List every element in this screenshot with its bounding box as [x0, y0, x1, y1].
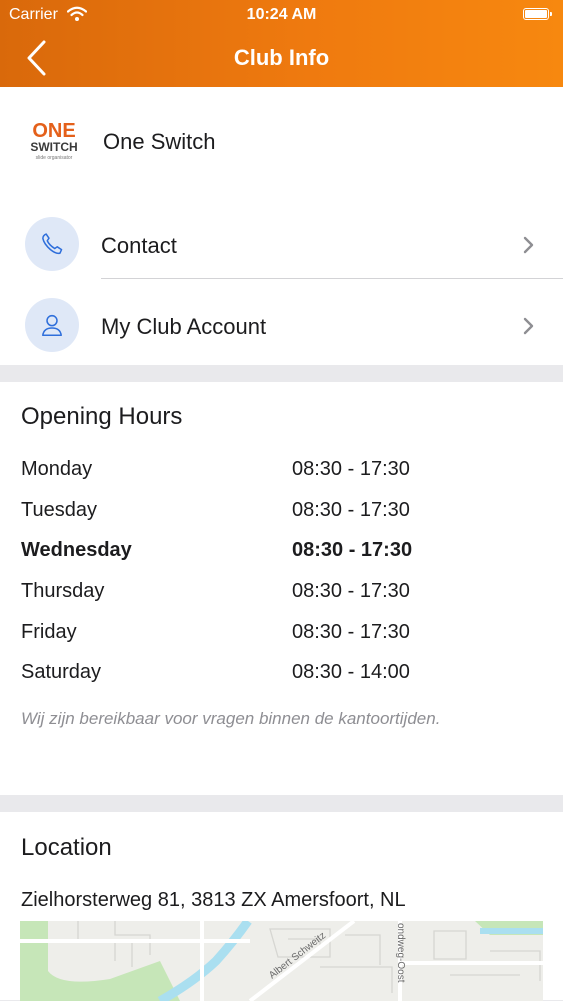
contact-label: Contact	[101, 233, 177, 258]
location-card: Location Zielhorsterweg 81, 3813 ZX Amer…	[0, 812, 563, 1001]
club-name: One Switch	[103, 129, 216, 154]
hours-row-friday: Friday 08:30 - 17:30	[21, 621, 541, 651]
logo-text-one: ONE	[32, 120, 75, 142]
phone-icon	[42, 233, 63, 255]
hours-row-thursday: Thursday 08:30 - 17:30	[21, 580, 541, 610]
page-title: Club Info	[233, 45, 330, 70]
map-graphic: Albert Schweitz ondweg-Oost	[20, 921, 543, 1001]
logo-tagline: slide organisator	[36, 155, 73, 161]
hours-row-saturday: Saturday 08:30 - 14:00	[21, 661, 541, 691]
club-logo: ONE SWITCH slide organisator	[30, 120, 77, 161]
day-name: Monday	[21, 458, 93, 480]
battery-icon	[523, 8, 552, 20]
chevron-right-icon	[523, 236, 534, 254]
status-bar: Carrier 10:24 AM	[0, 0, 563, 30]
row-divider	[101, 278, 563, 279]
day-name: Saturday	[21, 661, 102, 683]
day-name: Friday	[21, 621, 77, 643]
map-street-label: ondweg-Oost	[395, 923, 406, 983]
opening-hours-card: Opening Hours Monday 08:30 - 17:30 Tuesd…	[0, 382, 563, 795]
day-hours: 08:30 - 17:30	[292, 621, 410, 643]
location-map[interactable]: Albert Schweitz ondweg-Oost	[20, 921, 543, 1001]
account-icon-badge	[25, 298, 79, 352]
location-title: Location	[21, 834, 112, 861]
chevron-right-icon	[523, 317, 534, 335]
contact-icon-badge	[25, 217, 79, 271]
user-icon	[42, 314, 62, 337]
status-time: 10:24 AM	[246, 6, 317, 23]
day-hours: 08:30 - 14:00	[292, 661, 410, 683]
logo-text-switch: SWITCH	[30, 140, 77, 154]
hours-row-tuesday: Tuesday 08:30 - 17:30	[21, 499, 541, 529]
opening-hours-title: Opening Hours	[21, 403, 183, 430]
hours-row-wednesday: Wednesday 08:30 - 17:30	[21, 539, 541, 569]
day-name: Thursday	[21, 580, 105, 602]
my-club-account-row[interactable]: My Club Account	[0, 290, 563, 362]
day-hours: 08:30 - 17:30	[292, 499, 410, 521]
day-name: Tuesday	[21, 499, 97, 521]
day-name: Wednesday	[21, 539, 132, 561]
opening-hours-note: Wij zijn bereikbaar voor vragen binnen d…	[21, 709, 441, 728]
hours-row-monday: Monday 08:30 - 17:30	[21, 458, 541, 488]
day-hours: 08:30 - 17:30	[292, 539, 413, 561]
day-hours: 08:30 - 17:30	[292, 458, 410, 480]
navigation-header: Carrier 10:24 AM Club Info	[0, 0, 563, 87]
day-hours: 08:30 - 17:30	[292, 580, 410, 602]
location-address: Zielhorsterweg 81, 3813 ZX Amersfoort, N…	[21, 889, 406, 911]
my-club-account-label: My Club Account	[101, 314, 267, 339]
contact-row[interactable]: Contact	[0, 209, 563, 281]
club-card: ONE SWITCH slide organisator One Switch …	[0, 87, 563, 365]
